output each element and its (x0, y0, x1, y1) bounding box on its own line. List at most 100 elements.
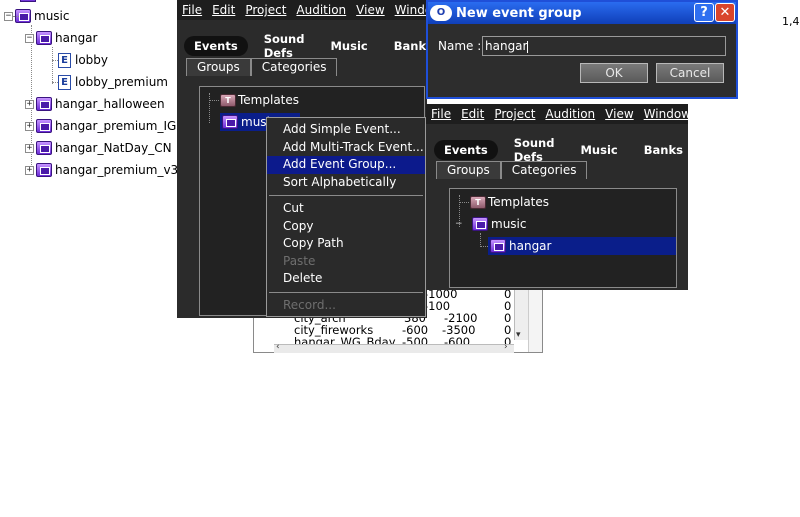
expand-icon[interactable]: + (25, 99, 34, 109)
expand-icon[interactable]: + (25, 121, 34, 131)
expand-icon[interactable]: + (25, 143, 34, 153)
menu-item-copy-path[interactable]: Copy Path (267, 235, 425, 253)
event-icon: E (58, 52, 71, 68)
folder-icon (36, 119, 52, 133)
front-app-window: File Edit Project Audition View Window H… (426, 104, 710, 290)
event-icon: E (58, 74, 71, 90)
text-cursor (527, 40, 529, 53)
tree-node-label: hangar (509, 239, 552, 253)
tab-events[interactable]: Events (184, 36, 248, 56)
front-menubar: File Edit Project Audition View Window H (426, 104, 710, 124)
menu-item-copy[interactable]: Copy (267, 218, 425, 236)
tab-music[interactable]: Music (320, 36, 377, 56)
corner-value: 1,48 (782, 15, 800, 28)
help-button[interactable]: ? (694, 3, 714, 22)
tree-node-label: music (491, 217, 527, 231)
tree-item-label: music (34, 9, 70, 23)
menu-item-add-event-group[interactable]: Add Event Group... (267, 156, 425, 174)
menu-item-add-multi-track-event[interactable]: Add Multi-Track Event... (267, 139, 425, 157)
tree-item-hangar-premium-igr[interactable]: + hangar_premium_IGR (25, 116, 185, 136)
folder-icon (490, 239, 506, 253)
tree-item-label: hangar (55, 31, 98, 45)
collapse-icon[interactable]: − (4, 11, 13, 21)
menu-item-paste: Paste (283, 253, 316, 268)
tab-events[interactable]: Events (434, 140, 498, 160)
tree-item-hangar[interactable]: − hangar (25, 28, 97, 48)
horizontal-scrollbar[interactable] (274, 344, 514, 353)
folder-icon (36, 163, 52, 177)
menu-view[interactable]: View (351, 3, 389, 17)
expand-icon[interactable]: + (25, 165, 34, 175)
tree-item-lobby[interactable]: E lobby (56, 50, 108, 70)
collapse-icon[interactable]: − (25, 33, 34, 43)
template-icon: T (470, 195, 486, 209)
left-tree: − music − hangar E lobby E lobby_premium… (0, 0, 185, 190)
menu-separator (269, 291, 423, 293)
menu-edit[interactable]: Edit (456, 107, 489, 121)
scroll-down-icon[interactable]: ▾ (516, 330, 521, 340)
menu-help[interactable]: H (696, 107, 715, 121)
tree-item-label: lobby_premium (75, 75, 168, 89)
tree-item-lobby-premium[interactable]: E lobby_premium (56, 72, 168, 92)
front-panel-tabs: Groups Categories (436, 161, 588, 179)
menu-item-add-simple-event[interactable]: Add Simple Event... (267, 121, 425, 139)
tree-item-hangar-natday-cn[interactable]: + hangar_NatDay_CN (25, 138, 172, 158)
tab-music[interactable]: Music (570, 140, 627, 160)
tree-node-music[interactable]: music (470, 215, 526, 233)
folder-icon (472, 217, 488, 231)
tree-item-label: lobby (75, 53, 109, 67)
menu-view[interactable]: View (600, 107, 638, 121)
folder-icon (36, 97, 52, 111)
tree-item-hangar-premium-v3[interactable]: + hangar_premium_v3 (25, 160, 178, 180)
menu-audition[interactable]: Audition (291, 3, 351, 17)
tree-node-templates[interactable]: T Templates (470, 193, 549, 211)
folder-icon (222, 115, 238, 129)
close-button[interactable]: ✕ (715, 3, 735, 22)
tab-categories[interactable]: Categories (500, 161, 588, 179)
collapse-icon[interactable]: − (455, 219, 463, 229)
menu-file[interactable]: File (426, 107, 456, 121)
back-menubar: File Edit Project Audition View Window (177, 0, 442, 20)
app-logo-icon: O (430, 5, 452, 21)
tree-item-label: hangar_halloween (55, 97, 165, 111)
tree-item-hangar-halloween[interactable]: + hangar_halloween (25, 94, 165, 114)
menu-item-record: Record... (283, 297, 336, 312)
tree-node-templates[interactable]: T Templates (220, 91, 299, 109)
dialog-title: New event group (456, 5, 582, 21)
name-label: Name : (438, 39, 482, 53)
menu-audition[interactable]: Audition (540, 107, 600, 121)
menu-project[interactable]: Project (489, 107, 540, 121)
dialog-titlebar[interactable]: O New event group (428, 2, 736, 24)
menu-file[interactable]: File (177, 3, 207, 17)
menu-item-cut[interactable]: Cut (267, 200, 425, 218)
scroll-left-icon[interactable]: ‹ (276, 342, 280, 352)
menu-item-delete[interactable]: Delete (267, 270, 425, 288)
context-menu: Add Simple Event... Add Multi-Track Even… (266, 117, 426, 317)
menu-window[interactable]: Window (639, 107, 696, 121)
tree-node-hangar[interactable]: hangar (488, 237, 676, 255)
tree-item-label: hangar_premium_v3 (55, 163, 179, 177)
cancel-button[interactable]: Cancel (656, 63, 724, 83)
template-icon: T (220, 93, 236, 107)
folder-icon (36, 31, 52, 45)
tree-item-label: hangar_premium_IGR (55, 119, 185, 133)
menu-item-sort-alphabetically[interactable]: Sort Alphabetically (267, 174, 425, 192)
tree-node-label: Templates (488, 195, 550, 209)
front-group-tree: T Templates − music hangar (449, 188, 677, 288)
tree-node-label: Templates (238, 93, 300, 107)
scroll-right-icon[interactable]: › (504, 342, 508, 352)
folder-icon (36, 141, 52, 155)
menu-edit[interactable]: Edit (207, 3, 240, 17)
folder-icon (20, 0, 36, 2)
name-field[interactable]: hangar (482, 36, 726, 56)
name-field-value: hangar (485, 39, 528, 53)
new-event-group-dialog: O New event group ? ✕ Name : hangar OK C… (426, 0, 738, 99)
menu-project[interactable]: Project (240, 3, 291, 17)
tab-categories[interactable]: Categories (250, 58, 338, 76)
tree-item-label: hangar_NatDay_CN (55, 141, 172, 155)
back-panel-tabs: Groups Categories (186, 58, 338, 76)
tab-groups[interactable]: Groups (436, 161, 501, 179)
ok-button[interactable]: OK (580, 63, 648, 83)
tab-banks[interactable]: Banks (634, 140, 693, 160)
tab-groups[interactable]: Groups (186, 58, 251, 76)
